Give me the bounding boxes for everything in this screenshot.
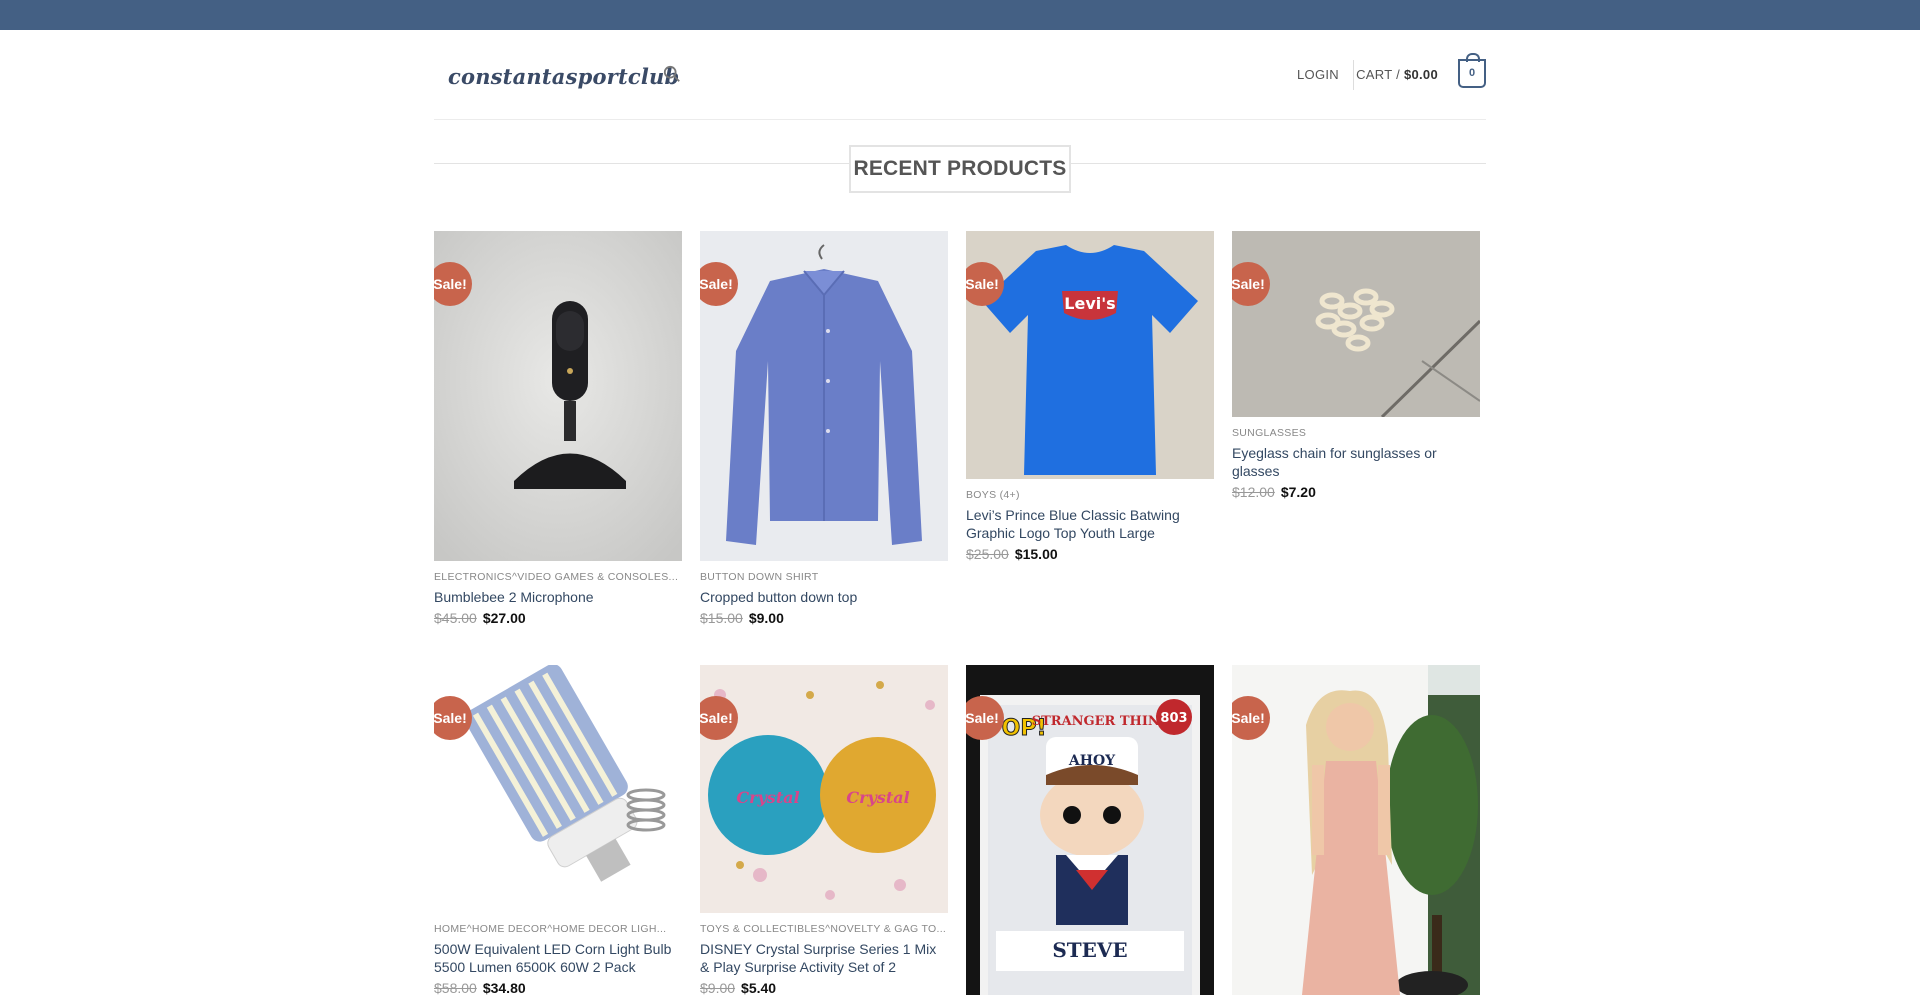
product-image[interactable]: Sale! <box>434 231 682 561</box>
product-price: $25.00 $15.00 <box>966 546 1214 562</box>
product-price: $12.00 $7.20 <box>1232 484 1480 500</box>
product-card[interactable]: Sale! ELECTRONICS^VIDEO GAMES & CONSOLES… <box>434 231 682 626</box>
product-price: $9.00 $5.40 <box>700 980 948 996</box>
site-logo[interactable]: constantasportclub <box>448 64 679 89</box>
product-card[interactable]: Sale! BUTTON DOWN SHIRT Cropped button d… <box>700 231 948 626</box>
old-price: $12.00 <box>1232 484 1275 500</box>
product-category[interactable]: BUTTON DOWN SHIRT <box>700 571 948 583</box>
product-category[interactable]: TOYS & COLLECTIBLES^NOVELTY & GAG TO... <box>700 923 948 935</box>
surprise-balls-image: Crystal Crystal <box>700 665 948 913</box>
old-price: $9.00 <box>700 980 736 996</box>
old-price: $58.00 <box>434 980 477 996</box>
login-link[interactable]: LOGIN <box>1297 67 1339 82</box>
search-icon[interactable] <box>663 65 685 87</box>
sale-price: $5.40 <box>741 980 777 996</box>
sale-price: $7.20 <box>1280 484 1316 500</box>
product-image[interactable]: Sale! <box>1232 231 1480 417</box>
product-title[interactable]: Bumblebee 2 Microphone <box>434 588 682 606</box>
sale-price: $9.00 <box>748 610 784 626</box>
product-image[interactable]: Levi's Sale! <box>966 231 1214 479</box>
product-title[interactable]: Levi’s Prince Blue Classic Batwing Graph… <box>966 506 1214 542</box>
sale-price: $27.00 <box>482 610 526 626</box>
product-category[interactable]: HOME^HOME DECOR^HOME DECOR LIGH... <box>434 923 682 935</box>
funko-pop-number: 803 <box>1160 711 1187 726</box>
header-divider <box>1353 60 1354 90</box>
svg-text:Levi's: Levi's <box>1064 294 1115 313</box>
cart-link[interactable]: CART / $0.00 <box>1356 67 1438 82</box>
product-title[interactable]: 500W Equivalent LED Corn Light Bulb 5500… <box>434 940 682 976</box>
product-price: $15.00 $9.00 <box>700 610 948 626</box>
product-card[interactable]: Levi's Sale! BOYS (4+) Levi’s Prince Blu… <box>966 231 1214 562</box>
product-category[interactable]: BOYS (4+) <box>966 489 1214 501</box>
product-title[interactable]: DISNEY Crystal Surprise Series 1 Mix & P… <box>700 940 948 976</box>
old-price: $25.00 <box>966 546 1009 562</box>
top-bar <box>0 0 1920 30</box>
product-card[interactable]: POP! STRANGER THINGS 803 AHOY STEVE Sale… <box>966 665 1214 995</box>
product-category[interactable]: SUNGLASSES <box>1232 427 1480 439</box>
svg-text:Crystal: Crystal <box>736 788 799 807</box>
cart-amount: $0.00 <box>1403 67 1438 82</box>
led-bulb-image <box>434 665 682 913</box>
funko-pop-character: STEVE <box>1052 938 1127 962</box>
product-price: $45.00 $27.00 <box>434 610 682 626</box>
product-image[interactable]: POP! STRANGER THINGS 803 AHOY STEVE Sale… <box>966 665 1214 995</box>
product-image[interactable]: Crystal Crystal Sale! <box>700 665 948 913</box>
product-card[interactable]: Sale! HOME^HOME DECOR^HOME DECOR LIGH...… <box>434 665 682 996</box>
product-image[interactable]: Sale! <box>434 665 682 913</box>
cart-count-icon[interactable]: 0 <box>1458 53 1486 88</box>
old-price: $15.00 <box>700 610 743 626</box>
site-header: constantasportclub LOGIN CART / $0.00 0 <box>434 30 1486 120</box>
old-price: $45.00 <box>434 610 477 626</box>
product-card[interactable]: Crystal Crystal Sale! TOYS & COLLECTIBLE… <box>700 665 948 996</box>
product-image[interactable]: Sale! <box>1232 665 1480 995</box>
section-title: RECENT PRODUCTS <box>849 145 1071 193</box>
eyeglass-chain-image <box>1232 231 1480 417</box>
product-title[interactable]: Cropped button down top <box>700 588 948 606</box>
cart-label: CART / <box>1356 67 1404 82</box>
product-image[interactable]: Sale! <box>700 231 948 561</box>
product-price: $58.00 $34.80 <box>434 980 682 996</box>
product-title[interactable]: Eyeglass chain for sunglasses or glasses <box>1232 444 1480 480</box>
sale-price: $15.00 <box>1014 546 1058 562</box>
sale-price: $34.80 <box>482 980 526 996</box>
product-card[interactable]: Sale! SUNGLASSES Eyeglass chain for sung… <box>1232 231 1480 500</box>
svg-text:Crystal: Crystal <box>846 788 909 807</box>
recent-products-heading: RECENT PRODUCTS <box>434 120 1486 193</box>
tshirt-image: Levi's <box>966 231 1214 479</box>
product-category[interactable]: ELECTRONICS^VIDEO GAMES & CONSOLES... <box>434 571 682 583</box>
product-card[interactable]: Sale! <box>1232 665 1480 995</box>
